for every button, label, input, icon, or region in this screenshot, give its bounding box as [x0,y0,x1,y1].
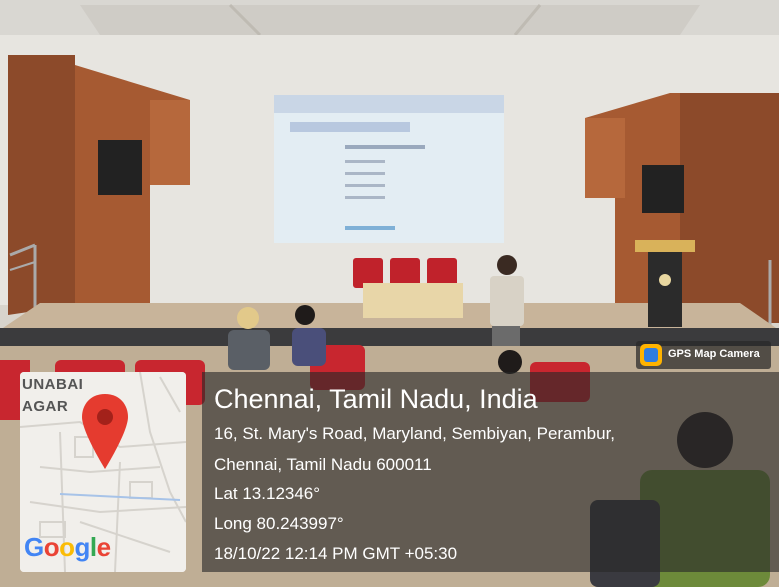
location-datetime: 18/10/22 12:14 PM GMT +05:30 [214,544,458,563]
location-address-line-2: Chennai, Tamil Nadu 600011 [214,455,432,474]
location-address-line-1: 16, St. Mary's Road, Maryland, Sembiyan,… [214,424,616,443]
map-area-label-1: UNABAI [22,376,84,393]
stage-table [363,283,463,318]
google-logo: Google [24,532,111,562]
gps-map-camera-badge: GPS Map Camera [636,341,771,369]
gps-map-camera-icon [640,344,662,366]
left-speaker [98,140,142,195]
location-map-thumbnail: UNABAI AGAR Google [20,372,186,572]
location-longitude: Long 80.243997° [214,514,344,533]
location-latitude: Lat 13.12346° [214,484,321,503]
gps-map-camera-label: GPS Map Camera [668,348,760,360]
map-area-label-2: AGAR [22,398,69,415]
podium [648,252,682,327]
right-speaker [642,165,684,213]
projection-screen [274,95,504,243]
location-city: Chennai, Tamil Nadu, India [214,384,538,414]
